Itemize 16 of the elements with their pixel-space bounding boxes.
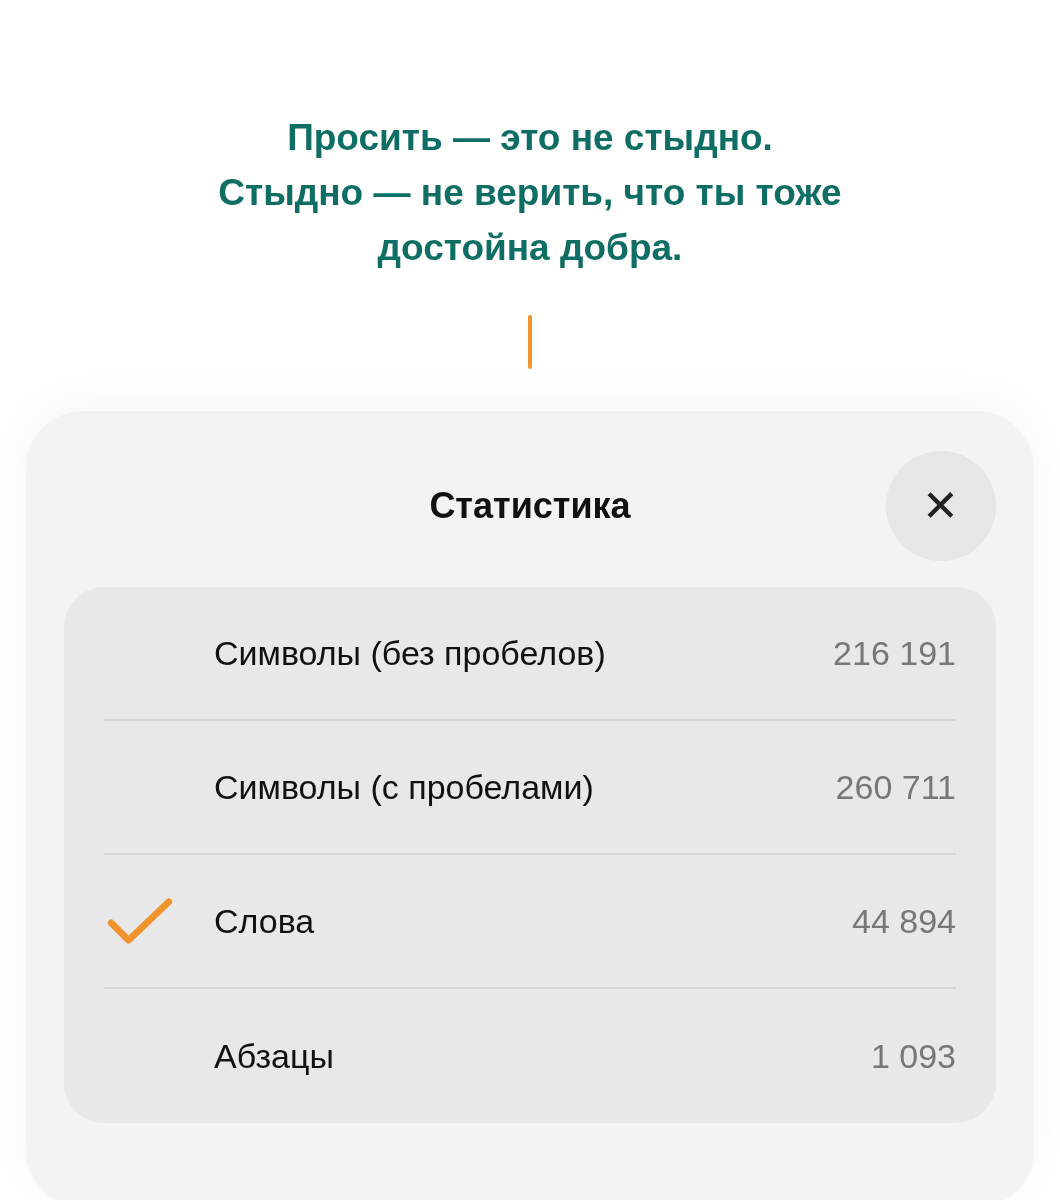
statistic-value: 44 894	[852, 900, 956, 942]
statistic-label: Символы (без пробелов)	[214, 632, 607, 674]
statistic-value: 260 711	[835, 766, 956, 808]
close-button[interactable]: ✕	[886, 451, 996, 561]
statistic-row[interactable]: Слова 44 894	[104, 855, 956, 989]
statistic-label: Абзацы	[214, 1035, 335, 1077]
text-cursor	[528, 315, 532, 369]
statistic-row[interactable]: Символы (с пробелами) 260 711	[104, 721, 956, 855]
statistic-label: Символы (с пробелами)	[214, 766, 595, 808]
statistic-row[interactable]: Абзацы 1 093	[104, 989, 956, 1123]
statistic-row[interactable]: Символы (без пробелов) 216 191	[104, 587, 956, 721]
sheet-title: Статистика	[429, 484, 631, 528]
statistic-value: 216 191	[833, 632, 956, 674]
statistic-label: Слова	[214, 900, 316, 942]
statistic-value: 1 093	[870, 1035, 956, 1077]
heading-text: Просить — это не стыдно. Стыдно — не верить, что ты тоже достойна добра.	[217, 116, 843, 270]
